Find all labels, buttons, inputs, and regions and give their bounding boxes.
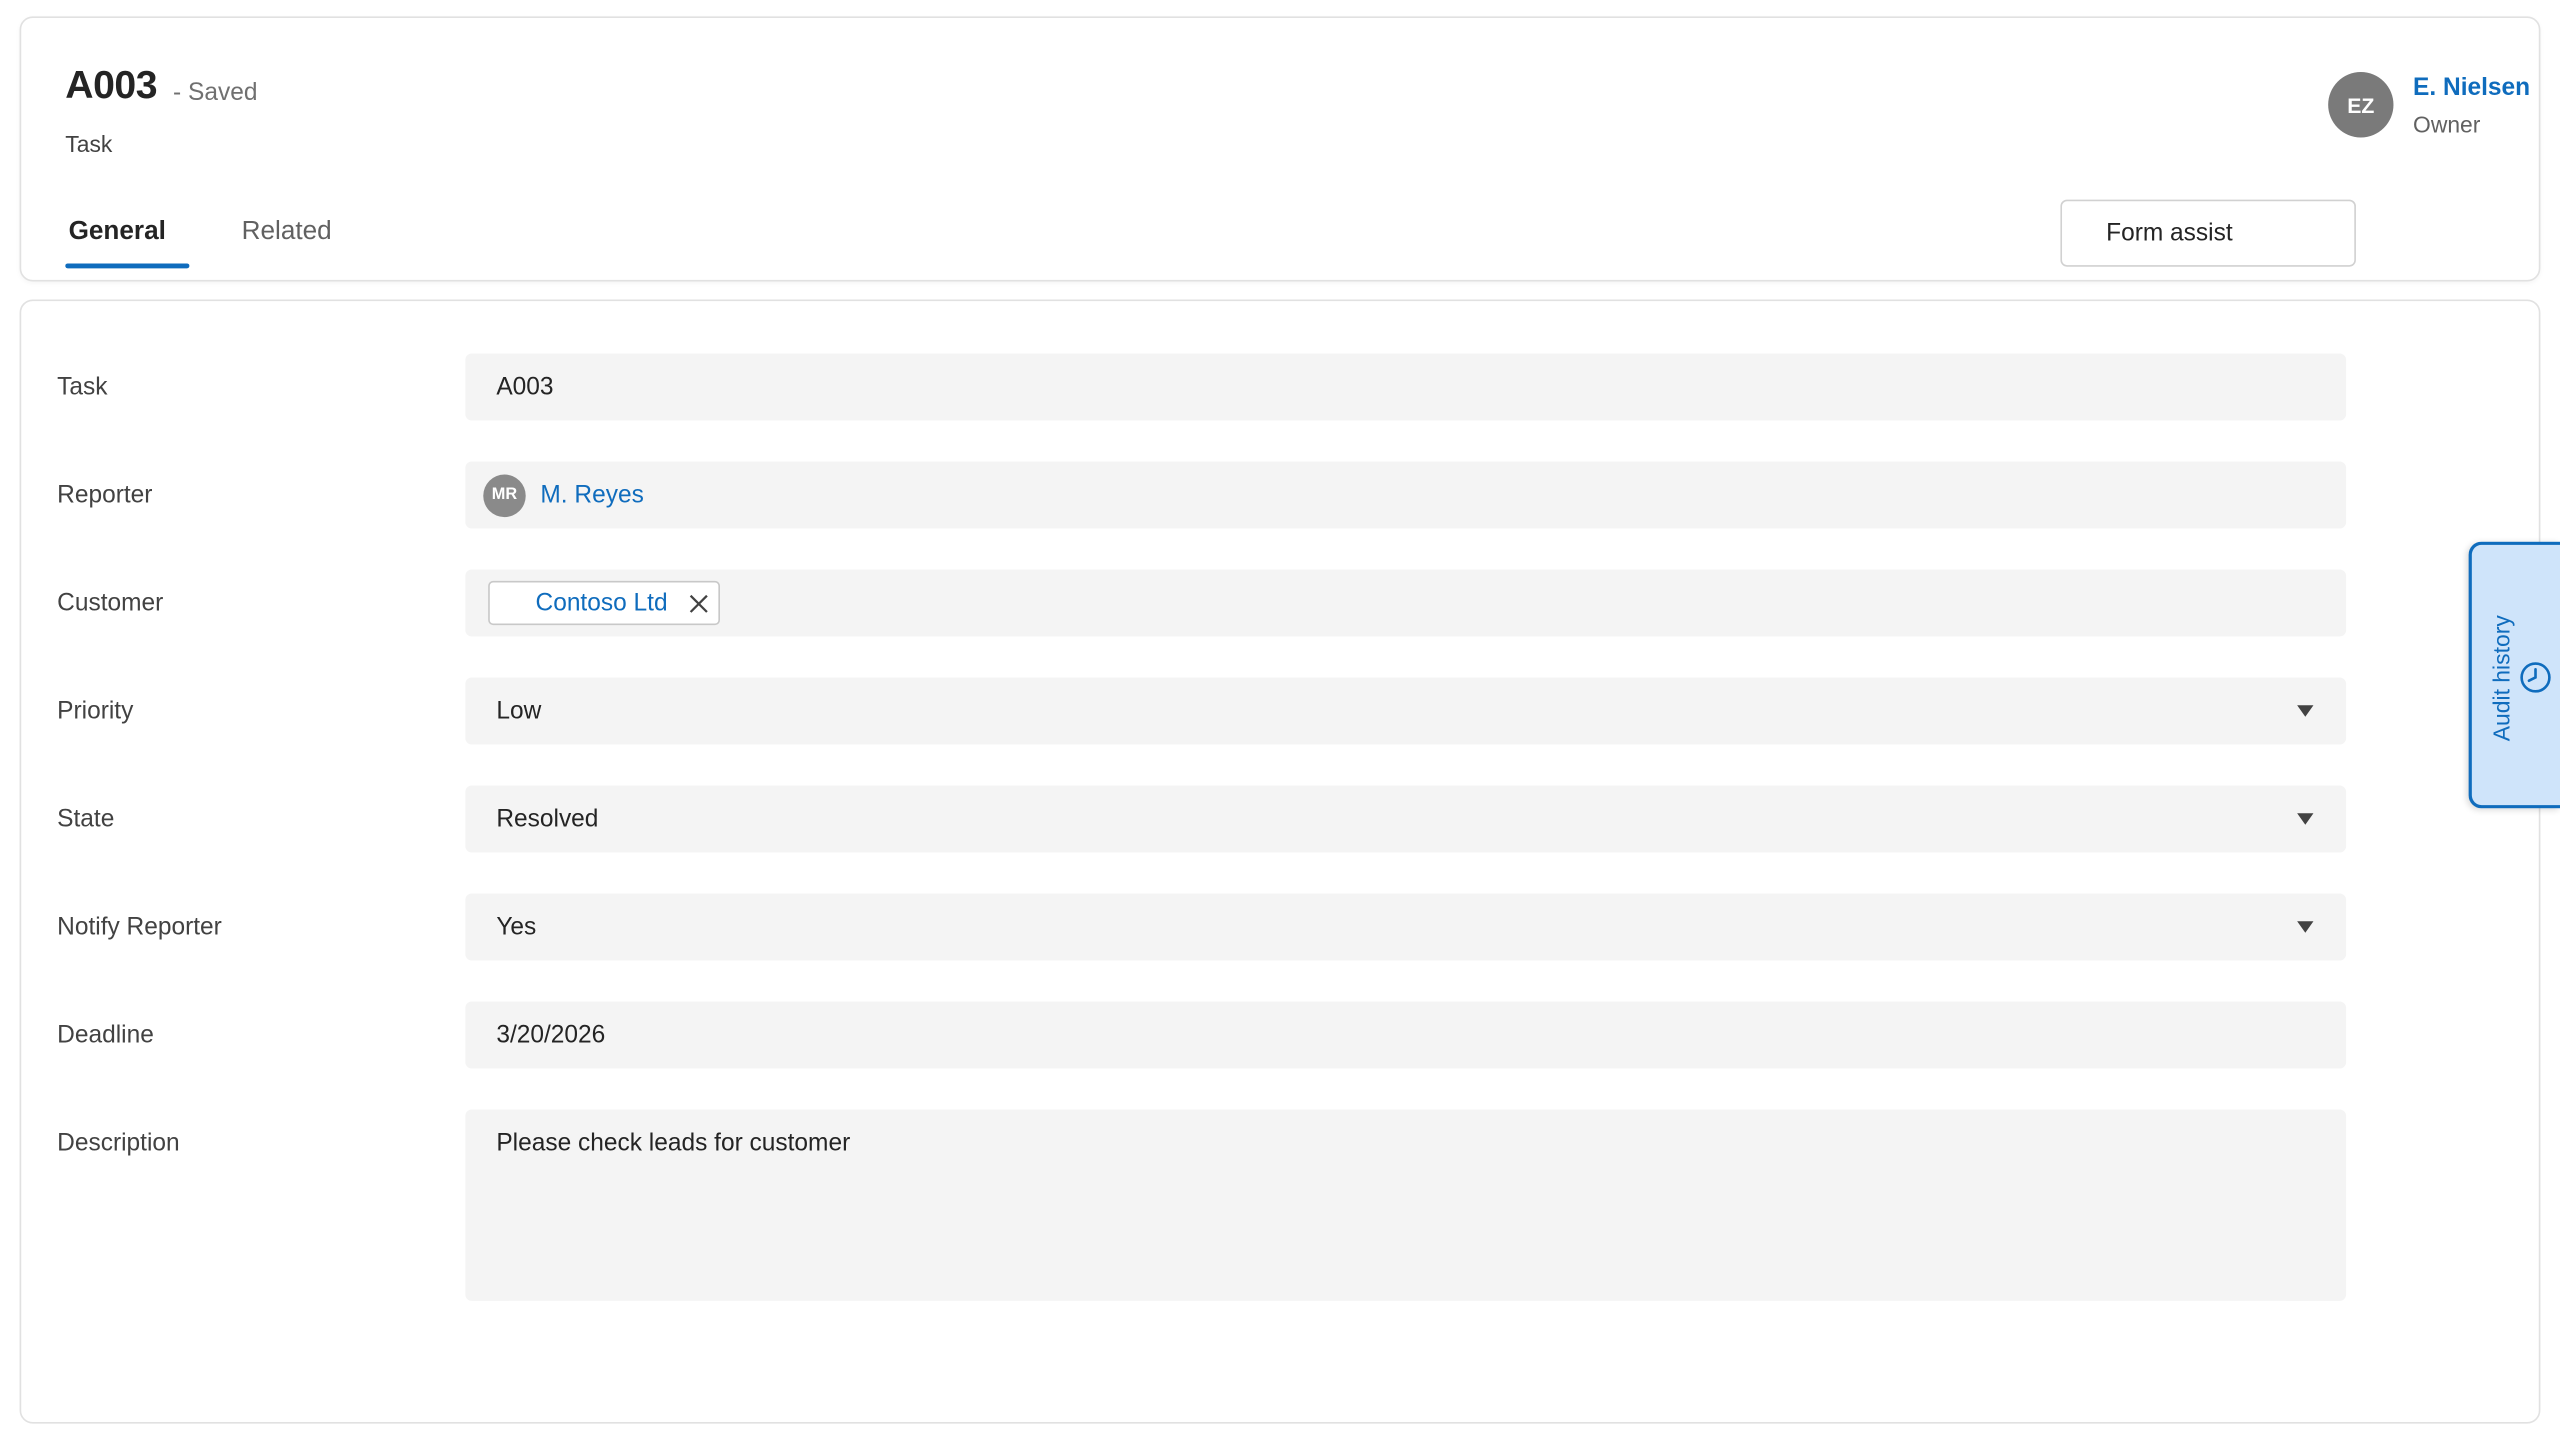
- priority-select[interactable]: Low: [465, 677, 2347, 745]
- reporter-avatar: MR: [483, 473, 526, 517]
- customer-chip: Contoso Ltd: [488, 580, 720, 626]
- owner-avatar[interactable]: EZ: [2328, 72, 2394, 138]
- deadline-label: Deadline: [57, 1021, 154, 1049]
- form-assist-button[interactable]: Form assist: [2060, 199, 2356, 267]
- reporter-field[interactable]: MR M. Reyes: [465, 461, 2347, 529]
- reporter-label: Reporter: [57, 481, 153, 509]
- task-field[interactable]: A003: [465, 353, 2347, 421]
- priority-value: Low: [496, 697, 542, 725]
- owner-role-label: Owner: [2413, 111, 2481, 138]
- deadline-field[interactable]: 3/20/2026: [465, 1001, 2347, 1069]
- tab-general[interactable]: General: [69, 218, 166, 247]
- notify-reporter-label: Notify Reporter: [57, 913, 222, 941]
- chevron-down-icon: [2297, 813, 2314, 825]
- chevron-down-icon: [2297, 921, 2314, 933]
- save-status: - Saved: [173, 78, 258, 107]
- description-label: Description: [57, 1129, 180, 1157]
- owner-name-link[interactable]: E. Nielsen: [2413, 74, 2530, 102]
- general-form-section: Task A003 Reporter MR M. Reyes Customer …: [19, 299, 2541, 1424]
- entity-type-label: Task: [65, 130, 113, 158]
- audit-history-label: Audit history: [2488, 615, 2515, 742]
- reporter-link[interactable]: M. Reyes: [540, 481, 643, 509]
- description-textarea[interactable]: Please check leads for customer: [465, 1109, 2347, 1301]
- tab-related[interactable]: Related: [242, 218, 332, 247]
- remove-customer-icon[interactable]: [686, 590, 712, 616]
- customer-field[interactable]: Contoso Ltd: [465, 569, 2347, 637]
- customer-link[interactable]: Contoso Ltd: [536, 589, 668, 617]
- deadline-value: 3/20/2026: [496, 1021, 606, 1049]
- state-value: Resolved: [496, 805, 599, 833]
- notify-reporter-select[interactable]: Yes: [465, 893, 2347, 961]
- record-title: A003: [65, 63, 158, 108]
- form-page: A003 - Saved Task General Related Form a…: [0, 0, 2560, 1440]
- priority-label: Priority: [57, 697, 134, 725]
- chevron-down-icon: [2297, 705, 2314, 717]
- task-value: A003: [496, 373, 554, 401]
- record-header: A003 - Saved Task General Related Form a…: [19, 16, 2541, 282]
- notify-reporter-value: Yes: [496, 913, 537, 941]
- tab-selected-indicator: [65, 263, 190, 269]
- task-label: Task: [57, 373, 108, 401]
- app-window: A003 - Saved Task General Related Form a…: [0, 0, 2560, 1440]
- clock-icon: [2518, 659, 2554, 703]
- customer-label: Customer: [57, 589, 164, 617]
- audit-history-button[interactable]: Audit history: [2468, 541, 2560, 809]
- form-assist-label: Form assist: [2106, 219, 2233, 248]
- state-select[interactable]: Resolved: [465, 785, 2347, 853]
- description-value: Please check leads for customer: [496, 1129, 851, 1157]
- state-label: State: [57, 805, 115, 833]
